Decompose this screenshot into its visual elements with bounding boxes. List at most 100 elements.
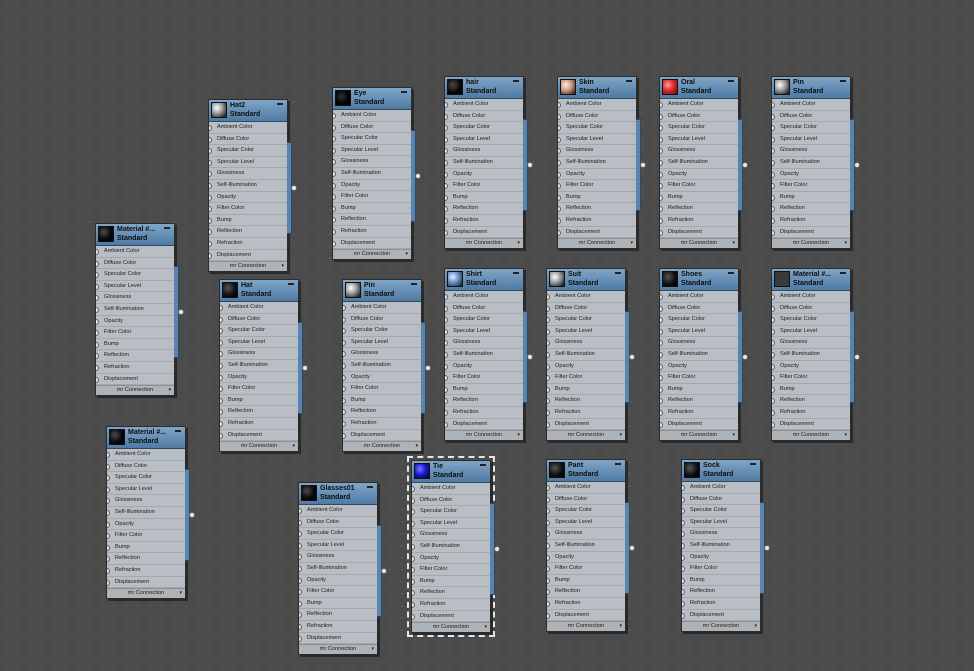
input-slot[interactable]: Specular Level [558,134,636,146]
input-slot[interactable]: Specular Level [107,484,185,496]
expand-arrow-icon[interactable]: ▾ [292,442,295,451]
input-slot[interactable]: Glossiness [445,145,523,157]
input-slot[interactable]: Opacity [299,575,377,587]
output-socket-icon[interactable] [629,354,635,360]
input-slot[interactable]: Glossiness [412,529,490,541]
material-node-pant[interactable]: Pant Standard Ambient Color Diffuse Color Sp… [546,459,635,633]
input-socket-icon[interactable] [547,294,550,300]
input-slot[interactable]: Diffuse Color [299,517,377,529]
input-socket-icon[interactable] [547,577,550,584]
input-slot[interactable]: Reflection [209,226,287,238]
node-header[interactable]: Shirt Standard [445,269,523,291]
input-socket-icon[interactable] [445,125,448,132]
expand-arrow-icon[interactable]: ▾ [732,239,735,248]
input-slot[interactable]: Reflection [445,203,523,215]
input-socket-icon[interactable] [220,305,223,311]
input-slot[interactable]: Filter Color [772,180,850,192]
input-slot[interactable]: Opacity [445,361,523,373]
input-socket-icon[interactable] [547,600,550,607]
input-slot[interactable]: Bump [445,192,523,204]
input-socket-icon[interactable] [412,497,415,504]
input-socket-icon[interactable] [772,206,775,213]
input-slot[interactable]: Ambient Color [558,99,636,111]
collapse-icon[interactable] [401,89,408,93]
input-socket-icon[interactable] [220,409,223,416]
input-socket-icon[interactable] [772,229,775,236]
input-socket-icon[interactable] [412,601,415,608]
node-header[interactable]: hair Standard [445,77,523,99]
input-slot[interactable]: Reflection [660,395,738,407]
input-slot[interactable]: Diffuse Color [558,111,636,123]
input-socket-icon[interactable] [558,183,561,190]
input-socket-icon[interactable] [299,589,302,596]
input-socket-icon[interactable] [96,306,99,313]
node-header[interactable]: Material #... Standard [772,269,850,291]
mr-connection-rollout[interactable]: mr Connection ▾ [209,261,287,272]
expand-arrow-icon[interactable]: ▾ [844,431,847,440]
input-socket-icon[interactable] [445,148,448,155]
material-node-hat2[interactable]: Hat2 Standard Ambient Color Diffuse Color Sp… [208,99,297,273]
input-slot[interactable]: Specular Level [343,337,421,349]
input-slot[interactable]: Glossiness [547,528,625,540]
input-slot[interactable]: Diffuse Color [547,303,625,315]
input-slot[interactable]: Filter Color [343,383,421,395]
input-slot[interactable]: Displacement [772,227,850,239]
input-socket-icon[interactable] [772,386,775,393]
input-socket-icon[interactable] [299,519,302,526]
input-slot[interactable]: Displacement [547,419,625,431]
input-socket-icon[interactable] [772,217,775,224]
input-socket-icon[interactable] [660,102,663,108]
input-slot[interactable]: Filter Color [547,372,625,384]
mr-connection-rollout[interactable]: mr Connection ▾ [660,238,738,249]
input-socket-icon[interactable] [209,194,212,201]
input-socket-icon[interactable] [220,432,223,439]
input-slot[interactable]: Opacity [412,553,490,565]
input-socket-icon[interactable] [333,113,336,119]
input-socket-icon[interactable] [333,136,336,143]
input-slot[interactable]: Refraction [660,407,738,419]
input-socket-icon[interactable] [220,397,223,404]
input-socket-icon[interactable] [682,508,685,515]
input-slot[interactable]: Bump [547,384,625,396]
collapse-icon[interactable] [728,78,735,82]
input-slot[interactable]: Bump [96,339,174,351]
input-socket-icon[interactable] [445,217,448,224]
expand-arrow-icon[interactable]: ▾ [415,442,418,451]
output-socket-icon[interactable] [291,185,297,191]
input-slot[interactable]: Opacity [209,192,287,204]
input-slot[interactable]: Specular Level [660,326,738,338]
input-socket-icon[interactable] [209,229,212,236]
input-slot[interactable]: Diffuse Color [660,111,738,123]
mr-connection-rollout[interactable]: mr Connection ▾ [96,385,174,396]
input-slot[interactable]: Glossiness [558,145,636,157]
input-slot[interactable]: Specular Color [107,472,185,484]
input-socket-icon[interactable] [343,362,346,369]
input-slot[interactable]: Diffuse Color [209,134,287,146]
input-slot[interactable]: Bump [660,384,738,396]
material-node-glasses01[interactable]: Glasses01 Standard Ambient Color Diffuse Co… [298,482,387,656]
input-socket-icon[interactable] [772,340,775,347]
input-slot[interactable]: Refraction [96,362,174,374]
input-socket-icon[interactable] [558,113,561,120]
input-slot[interactable]: Opacity [107,519,185,531]
input-slot[interactable]: Displacement [333,238,411,250]
material-node-oral[interactable]: Oral Standard Ambient Color Diffuse Color Sp… [659,76,748,250]
input-slot[interactable]: Ambient Color [333,110,411,122]
collapse-icon[interactable] [480,462,487,466]
input-slot[interactable]: Glossiness [209,168,287,180]
input-slot[interactable]: Bump [682,575,760,587]
input-socket-icon[interactable] [333,170,336,177]
input-socket-icon[interactable] [343,420,346,427]
input-socket-icon[interactable] [209,171,212,178]
input-slot[interactable]: Diffuse Color [660,303,738,315]
input-slot[interactable]: Diffuse Color [445,111,523,123]
input-socket-icon[interactable] [412,613,415,620]
input-socket-icon[interactable] [107,475,110,482]
input-socket-icon[interactable] [558,194,561,201]
input-socket-icon[interactable] [333,205,336,212]
input-slot[interactable]: Filter Color [107,530,185,542]
input-socket-icon[interactable] [772,305,775,312]
input-socket-icon[interactable] [412,509,415,516]
expand-arrow-icon[interactable]: ▾ [619,622,622,631]
input-slot[interactable]: Refraction [682,598,760,610]
